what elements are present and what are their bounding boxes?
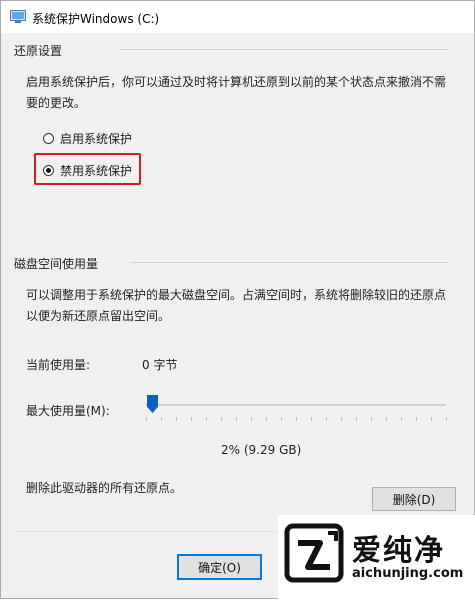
slider-tick [221,417,222,421]
disk-usage-description: 可以调整用于系统保护的最大磁盘空间。占满空间时，系统将删除较旧的还原点 以便为新… [26,285,466,327]
title-bar[interactable]: 系统保护Windows (C:) [1,1,474,33]
radio-enable-protection[interactable]: 启用系统保护 [43,130,132,147]
slider-tick [311,417,312,421]
max-usage-readout: 2% (9.29 GB) [221,443,302,457]
system-protection-dialog: 系统保护Windows (C:) 还原设置 启用系统保护后，你可以通过及时将计算… [0,0,475,600]
max-usage-slider-thumb[interactable] [147,395,158,413]
slider-tick [251,417,252,421]
watermark-url: aichunjing.com [352,566,464,581]
disk-usage-divider [131,262,449,263]
slider-tick [146,417,147,421]
disk-description-line-1: 可以调整用于系统保护的最大磁盘空间。占满空间时，系统将删除较旧的还原点 [26,288,447,302]
watermark-title: 爱纯净 [352,533,446,567]
radio-enable-label: 启用系统保护 [60,132,133,146]
slider-tick [161,417,162,421]
slider-tick [266,417,267,421]
delete-button[interactable]: 删除(D) [372,487,456,511]
slider-tick [341,417,342,421]
max-usage-label: 最大使用量(M): [26,404,110,418]
delete-restore-points-text: 删除此驱动器的所有还原点。 [26,481,183,495]
watermark: 爱纯净 aichunjing.com [278,515,475,600]
slider-ticks [146,417,447,423]
slider-tick [356,417,357,421]
slider-tick [446,417,447,421]
aichunjing-logo-icon [284,523,344,583]
dialog-body: 还原设置 启用系统保护后，你可以通过及时将计算机还原到以前的某个状态点来撤消不需… [1,33,474,598]
current-usage-value: 0 字节 [142,358,178,372]
ok-button[interactable]: 确定(O) [177,554,262,580]
restore-settings-divider [119,49,449,50]
max-usage-slider-track[interactable] [146,404,446,406]
slider-tick [296,417,297,421]
slider-tick [431,417,432,421]
restore-settings-heading: 还原设置 [14,44,63,58]
restore-settings-description: 启用系统保护后，你可以通过及时将计算机还原到以前的某个状态点来撤消不需 要的更改… [26,72,466,114]
radio-button-checked[interactable] [43,165,54,176]
restore-description-line-1: 启用系统保护后，你可以通过及时将计算机还原到以前的某个状态点来撤消不需 [26,75,447,89]
slider-tick [371,417,372,421]
radio-disable-protection[interactable]: 禁用系统保护 [43,162,132,179]
restore-description-line-2: 要的更改。 [26,96,87,110]
slider-tick [236,417,237,421]
window-title: 系统保护Windows (C:) [32,12,160,26]
computer-icon [10,10,26,23]
disk-description-line-2: 以便为新还原点留出空间。 [26,309,171,323]
disk-usage-heading: 磁盘空间使用量 [14,257,99,271]
slider-tick [401,417,402,421]
radio-disable-label: 禁用系统保护 [60,164,133,178]
slider-tick [386,417,387,421]
slider-tick [206,417,207,421]
slider-tick [281,417,282,421]
current-usage-label: 当前使用量: [26,358,91,372]
slider-tick [326,417,327,421]
slider-tick [191,417,192,421]
slider-tick [176,417,177,421]
slider-tick [416,417,417,421]
radio-button-unchecked[interactable] [43,133,54,144]
